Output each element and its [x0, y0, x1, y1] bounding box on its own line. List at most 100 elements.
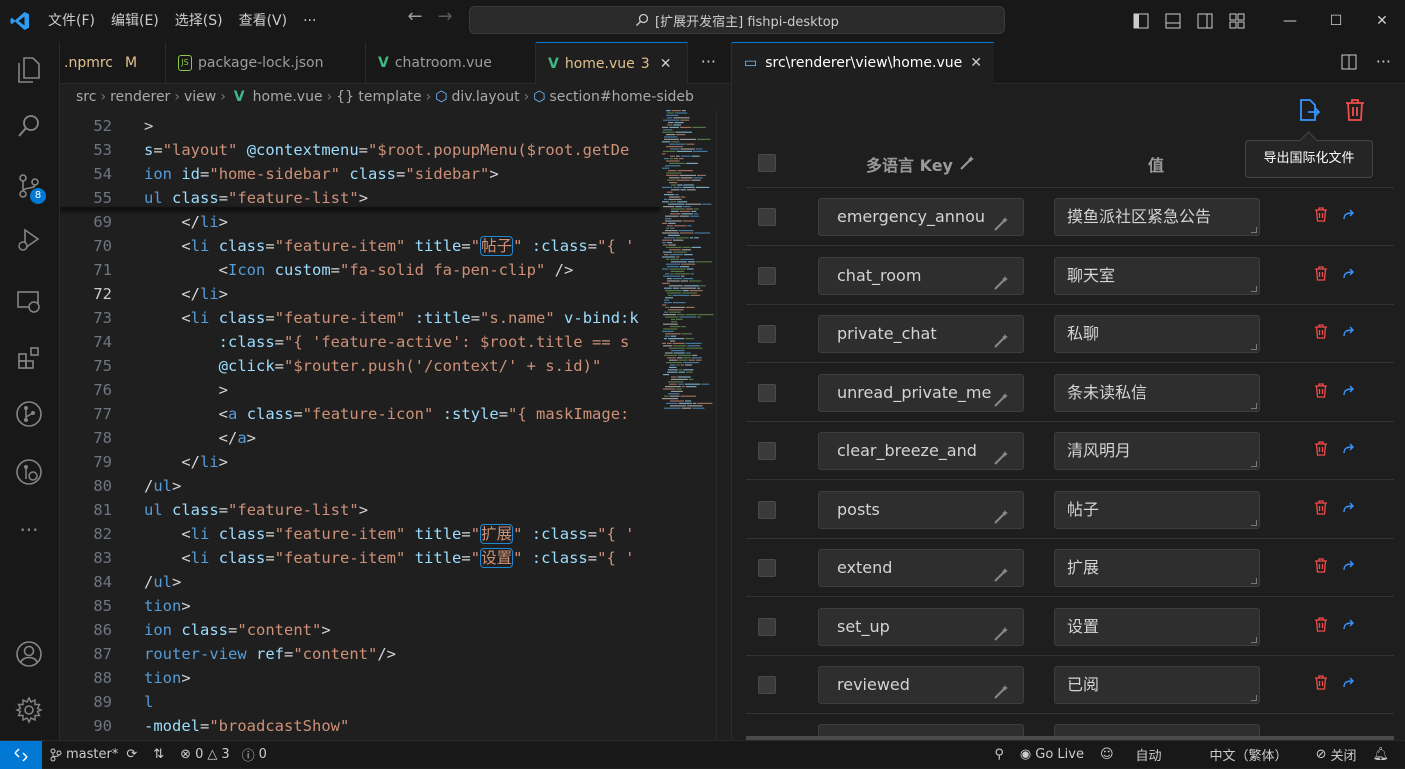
run-debug-icon[interactable] [0, 216, 58, 264]
row-checkbox[interactable] [758, 383, 776, 402]
maximize-icon[interactable]: ☐ [1313, 0, 1359, 42]
more-actions-icon[interactable]: ··· [1376, 52, 1391, 71]
code-line[interactable]: 75 @click="$router.push('/context/' + s.… [60, 354, 730, 378]
delete-row-icon[interactable] [1314, 207, 1328, 226]
goto-source-icon[interactable] [1342, 441, 1356, 460]
goto-source-icon[interactable] [1342, 207, 1356, 226]
menu-more[interactable]: ··· [295, 6, 324, 36]
go-live-button[interactable]: ◉ Go Live [1012, 741, 1092, 769]
key-input[interactable]: reviewed [818, 666, 1024, 704]
code-line[interactable]: 72 </li> [60, 282, 730, 306]
extensions-icon[interactable] [0, 334, 58, 382]
resize-grip[interactable] [1251, 636, 1257, 643]
resize-grip[interactable] [1251, 578, 1257, 584]
magic-wand-icon[interactable] [993, 619, 1009, 645]
toggle-secondary-sidebar-icon[interactable] [1189, 0, 1221, 42]
editor-scrollbar[interactable] [716, 110, 730, 740]
command-center[interactable]: [扩展开发宿主] fishpi-desktop [469, 6, 1005, 34]
back-arrow-icon[interactable]: ← [400, 6, 430, 27]
resize-grip[interactable] [1251, 285, 1257, 292]
value-textarea[interactable]: 聊天室 [1054, 256, 1260, 295]
goto-source-icon[interactable] [1342, 324, 1356, 343]
goto-source-icon[interactable] [1342, 266, 1356, 285]
code-line[interactable]: 80/ul> [60, 474, 730, 498]
magic-wand-icon[interactable] [993, 502, 1009, 528]
problems-status[interactable]: ⊗ 0 △ 3 ⓘ 0 [172, 741, 275, 769]
resize-grip[interactable] [1251, 402, 1257, 409]
select-all-checkbox[interactable] [758, 154, 776, 172]
code-line[interactable]: 74 :class="{ 'feature-active': $root.tit… [60, 330, 730, 354]
menu-view[interactable]: 查看(V) [231, 6, 296, 36]
source-control-icon[interactable]: 8 [0, 162, 58, 210]
delete-row-icon[interactable] [1314, 499, 1328, 519]
value-textarea[interactable]: 扩展 [1054, 549, 1260, 587]
remote-explorer-icon[interactable] [0, 278, 58, 326]
forward-arrow-icon[interactable]: → [430, 6, 460, 27]
tab-webview-home[interactable]: ▭ src\renderer\view\home.vue ✕ [732, 41, 994, 84]
delete-row-icon[interactable] [1314, 675, 1328, 694]
goto-source-icon[interactable] [1342, 558, 1356, 577]
magic-wand-icon[interactable] [993, 385, 1009, 411]
delete-row-icon[interactable] [1314, 324, 1328, 343]
code-line[interactable]: 70 <li class="feature-item" title="帖子" :… [60, 234, 730, 258]
menu-edit[interactable]: 编辑(E) [103, 6, 167, 36]
breadcrumb-item[interactable]: renderer [110, 89, 170, 105]
close-tab-icon[interactable]: ✕ [970, 55, 982, 71]
breadcrumb-item[interactable]: home.vue [253, 89, 323, 105]
value-textarea[interactable]: 设置 [1054, 607, 1260, 646]
magic-wand-icon[interactable] [993, 326, 1009, 352]
git-compare-icon[interactable]: ⇅ [145, 741, 172, 769]
close-window-icon[interactable]: ✕ [1359, 0, 1405, 42]
row-checkbox[interactable] [758, 617, 776, 636]
code-line[interactable]: 79 </li> [60, 450, 730, 474]
delete-row-icon[interactable] [1314, 265, 1328, 285]
value-textarea[interactable]: 已阅 [1054, 666, 1260, 704]
key-input[interactable]: posts [818, 490, 1024, 529]
key-input[interactable]: set_up [818, 607, 1024, 646]
value-textarea[interactable]: 条未读私信 [1054, 373, 1260, 412]
more-views-icon[interactable]: ··· [0, 506, 58, 554]
explorer-icon[interactable] [0, 46, 58, 94]
row-checkbox[interactable] [758, 208, 776, 226]
auto-status[interactable]: 自动 [1122, 741, 1202, 769]
magic-wand-icon[interactable] [993, 268, 1009, 294]
minimap[interactable] [658, 110, 716, 440]
code-line[interactable]: 76 > [60, 378, 730, 402]
key-input[interactable]: clear_breeze_and [818, 432, 1024, 470]
delete-row-icon[interactable] [1314, 441, 1328, 460]
gitlens-icon[interactable] [0, 448, 58, 496]
code-line[interactable]: 85 tion> [60, 594, 730, 618]
row-checkbox[interactable] [758, 442, 776, 460]
customize-layout-icon[interactable] [1221, 0, 1253, 42]
delete-all-icon[interactable] [1344, 98, 1366, 126]
code-line[interactable]: 87 router-view ref="content"/> [60, 642, 730, 666]
code-line[interactable]: 89 l [60, 690, 730, 714]
code-line[interactable]: 86 ion class="content"> [60, 618, 730, 642]
language-status[interactable]: 中文（繁体） [1202, 741, 1308, 769]
sync-icon[interactable]: ⟳ [126, 747, 137, 762]
code-line[interactable]: 82 <li class="feature-item" title="扩展" :… [60, 522, 730, 546]
resize-grip[interactable] [1251, 344, 1257, 350]
value-textarea[interactable]: 摸鱼派社区紧急公告 [1054, 198, 1260, 236]
notifications-bell-icon[interactable]: 🔔︎ [1364, 741, 1405, 769]
accounts-icon[interactable] [0, 630, 58, 678]
tab-package-lock[interactable]: JS package-lock.json [166, 42, 366, 84]
more-actions-icon[interactable]: ··· [701, 52, 716, 71]
key-input[interactable]: chat_room [818, 256, 1024, 295]
row-checkbox[interactable] [758, 500, 776, 519]
code-line[interactable]: 83 <li class="feature-item" title="设置" :… [60, 546, 730, 570]
breadcrumb-item[interactable]: {} template [336, 89, 421, 105]
magic-wand-icon[interactable] [993, 443, 1009, 469]
key-input[interactable]: extend [818, 549, 1024, 587]
code-line[interactable]: 88 tion> [60, 666, 730, 690]
value-textarea[interactable]: 帖子 [1054, 490, 1260, 529]
row-checkbox[interactable] [758, 325, 776, 343]
copilot-icon[interactable]: ☺ [1092, 741, 1122, 769]
search-view-icon[interactable] [0, 102, 58, 150]
close-translation-button[interactable]: ⊘ 关闭 [1308, 741, 1365, 769]
goto-source-icon[interactable] [1342, 500, 1356, 519]
code-line[interactable]: 73 <li class="feature-item" :title="s.na… [60, 306, 730, 330]
breadcrumb-item[interactable]: view [184, 89, 216, 105]
delete-row-icon[interactable] [1314, 616, 1328, 636]
location-pin-icon[interactable]: ⚲ [986, 741, 1012, 769]
